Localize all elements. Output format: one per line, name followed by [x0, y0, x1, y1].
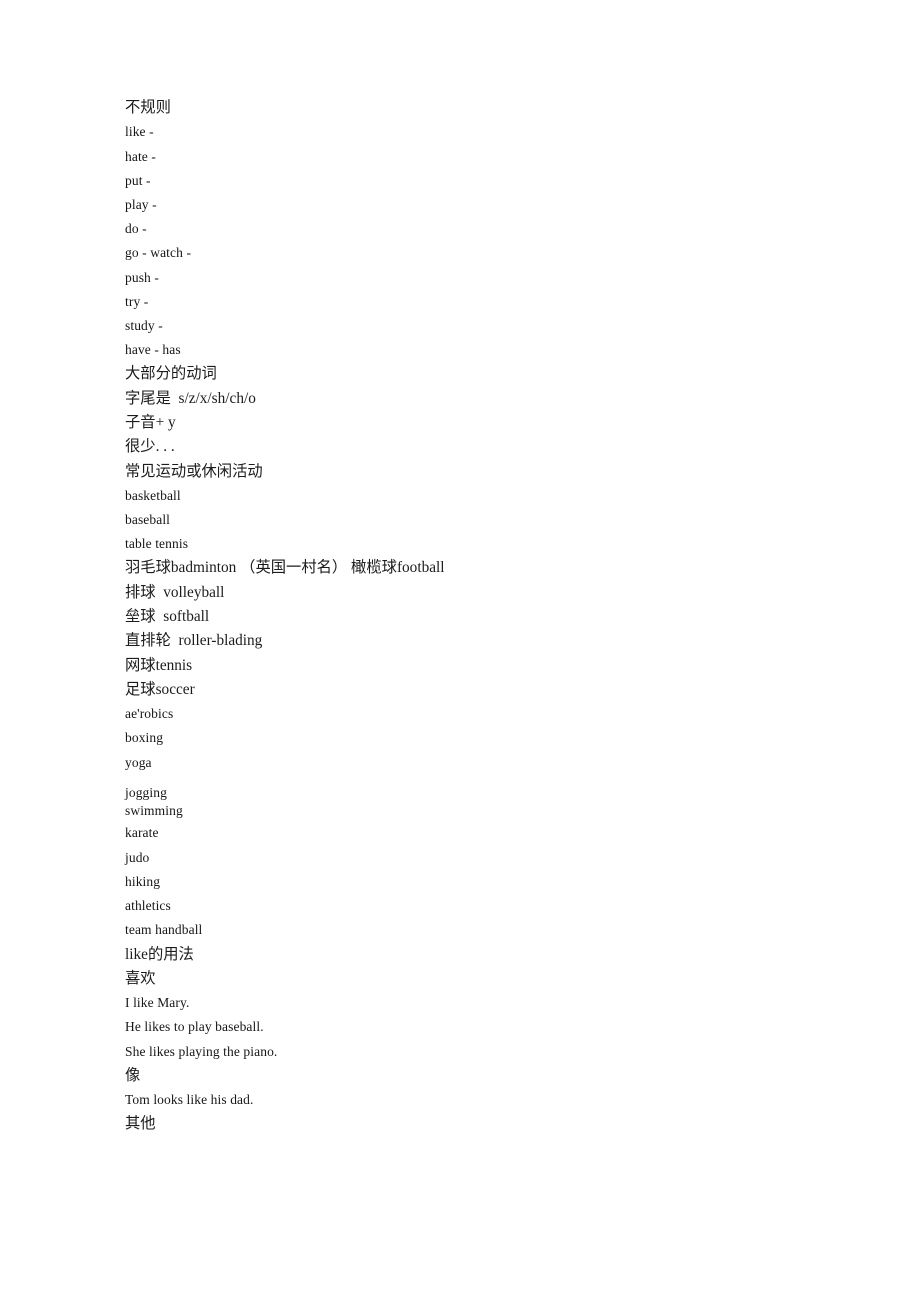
verb-item-hate: hate -: [125, 148, 156, 164]
sport-boxing: boxing: [125, 730, 164, 746]
rule-endings: 字尾是 s/z/x/sh/ch/o: [125, 389, 256, 407]
verb-item-do: do -: [125, 221, 147, 237]
sport-karate: karate: [125, 824, 159, 840]
sport-badminton-football: 羽毛球badminton （英国一村名） 橄榄球football: [125, 559, 445, 577]
section-like-usage: like的用法 喜欢 I like Mary. He likes to play…: [125, 943, 865, 1137]
like-usage-label-xihuan: 喜欢: [125, 969, 156, 987]
verb-item-study: study -: [125, 317, 163, 333]
section-heading-irregular: 不规则: [125, 99, 171, 116]
section-irregular-verbs: 不规则 like - hate - put - play - do - go -…: [125, 96, 865, 362]
sport-basketball: basketball: [125, 487, 181, 503]
like-example-he-likes-baseball: He likes to play baseball.: [125, 1019, 264, 1035]
section-sports: basketball baseball table tennis 羽毛球badm…: [125, 484, 865, 943]
sport-volleyball: 排球 volleyball: [125, 583, 225, 601]
rule-few: 很少. . .: [125, 438, 175, 456]
sport-baseball: baseball: [125, 512, 171, 528]
sport-soccer: 足球soccer: [125, 680, 195, 698]
sport-judo: judo: [125, 849, 150, 865]
rule-consonant-y: 子音+ y: [125, 413, 176, 431]
document-page: 不规则 like - hate - put - play - do - go -…: [0, 0, 920, 1302]
like-example-she-likes-piano: She likes playing the piano.: [125, 1043, 278, 1059]
sport-hiking: hiking: [125, 874, 161, 890]
verb-item-have-has: have - has: [125, 342, 181, 358]
sport-athletics: athletics: [125, 898, 171, 914]
sport-tennis: 网球tennis: [125, 656, 193, 674]
section-heading-sports: 常见运动或休闲活动: [125, 462, 263, 480]
rule-most-verbs: 大部分的动词: [125, 365, 217, 383]
verb-item-play: play -: [125, 196, 157, 212]
sport-softball: 垒球 softball: [125, 608, 210, 626]
section-verb-rules: 大部分的动词 字尾是 s/z/x/sh/ch/o 子音+ y 很少. . . 常…: [125, 362, 865, 483]
section-heading-like-usage: like的用法: [125, 945, 194, 963]
sport-aerobics: ae'robics: [125, 706, 174, 722]
verb-item-like: like -: [125, 124, 154, 140]
document-body: 不规则 like - hate - put - play - do - go -…: [125, 96, 865, 1137]
sport-team-handball: team handball: [125, 922, 203, 938]
like-example-i-like-mary: I like Mary.: [125, 995, 190, 1011]
like-usage-label-xiang: 像: [125, 1066, 141, 1084]
sport-table-tennis: table tennis: [125, 536, 189, 552]
verb-item-try: try -: [125, 293, 149, 309]
sport-roller-blading: 直排轮 roller-blading: [125, 632, 263, 650]
like-example-tom-looks-like: Tom looks like his dad.: [125, 1092, 254, 1108]
verb-item-push: push -: [125, 269, 159, 285]
like-usage-label-qita: 其他: [125, 1115, 156, 1133]
sport-swimming: swimming: [125, 802, 183, 818]
sport-yoga: yoga: [125, 754, 152, 770]
verb-item-put: put -: [125, 172, 151, 188]
sport-jogging: jogging: [125, 784, 167, 800]
verb-item-go-watch: go - watch -: [125, 245, 192, 261]
